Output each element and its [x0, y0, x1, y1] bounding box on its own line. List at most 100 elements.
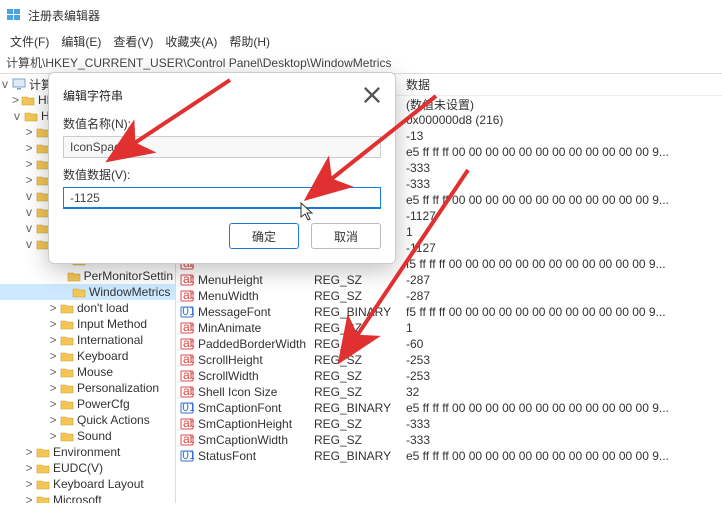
value-type: REG_SZ — [314, 289, 406, 303]
list-row[interactable]: abMenuHeightREG_SZ-287 — [176, 272, 722, 288]
expand-icon[interactable]: > — [24, 477, 34, 491]
expand-icon[interactable]: v — [24, 221, 34, 235]
expand-icon[interactable]: > — [12, 93, 19, 107]
tree-label: PowerCfg — [77, 397, 130, 411]
tree-item[interactable]: >International — [0, 332, 175, 348]
expand-icon[interactable]: > — [48, 349, 58, 363]
menu-view[interactable]: 查看(V) — [107, 31, 159, 52]
value-type: REG_SZ — [314, 273, 406, 287]
expand-icon[interactable]: v — [24, 189, 34, 203]
tree-item[interactable]: WindowMetrics — [0, 284, 175, 300]
expand-icon[interactable]: > — [48, 429, 58, 443]
value-name: MenuHeight — [198, 273, 263, 287]
value-name: MenuWidth — [198, 289, 259, 303]
svg-text:011: 011 — [182, 449, 194, 462]
tree-item[interactable]: >Keyboard — [0, 348, 175, 364]
tree-item[interactable]: >Quick Actions — [0, 412, 175, 428]
col-data[interactable]: 数据 — [406, 76, 722, 93]
address-bar[interactable]: 计算机\HKEY_CURRENT_USER\Control Panel\Desk… — [0, 52, 722, 74]
expand-icon[interactable]: > — [24, 445, 34, 459]
list-row[interactable]: abScrollHeightREG_SZ-253 — [176, 352, 722, 368]
tree-item[interactable]: >Sound — [0, 428, 175, 444]
expand-icon[interactable]: > — [48, 397, 58, 411]
value-data: -287 — [406, 289, 722, 303]
expand-icon[interactable]: v — [24, 237, 34, 251]
list-row[interactable]: abMinAnimateREG_SZ1 — [176, 320, 722, 336]
close-icon[interactable] — [363, 86, 381, 104]
tree-item[interactable]: >Microsoft — [0, 492, 175, 503]
tree-item[interactable]: >Environment — [0, 444, 175, 460]
value-type: REG_SZ — [314, 369, 406, 383]
tree-item[interactable]: PerMonitorSettin — [0, 268, 175, 284]
value-data: -333 — [406, 177, 722, 191]
expand-icon[interactable]: > — [48, 365, 58, 379]
expand-icon[interactable]: > — [24, 157, 34, 171]
expand-icon[interactable]: v — [12, 109, 22, 123]
dialog-title: 编辑字符串 — [63, 87, 123, 104]
svg-text:011: 011 — [182, 401, 194, 414]
menu-edit[interactable]: 编辑(E) — [55, 31, 107, 52]
value-data: -333 — [406, 417, 722, 431]
expand-icon[interactable]: v — [0, 77, 10, 91]
expand-icon[interactable]: > — [24, 173, 34, 187]
expand-icon[interactable]: > — [48, 381, 58, 395]
list-row[interactable]: abPaddedBorderWidthREG_SZ-60 — [176, 336, 722, 352]
expand-icon[interactable]: > — [48, 301, 58, 315]
value-icon: ab — [180, 369, 194, 383]
menu-help[interactable]: 帮助(H) — [223, 31, 276, 52]
value-name: StatusFont — [198, 449, 256, 463]
expand-icon[interactable]: > — [24, 141, 34, 155]
tree-label: don't load — [77, 301, 129, 315]
menu-file[interactable]: 文件(F) — [4, 31, 55, 52]
list-row[interactable]: abSmCaptionHeightREG_SZ-333 — [176, 416, 722, 432]
expand-icon[interactable]: > — [24, 493, 34, 503]
list-row[interactable]: abScrollWidthREG_SZ-253 — [176, 368, 722, 384]
expand-icon[interactable]: > — [24, 461, 34, 475]
tree-item[interactable]: > don't load — [0, 300, 175, 316]
folder-icon — [67, 270, 81, 282]
folder-icon — [72, 286, 86, 298]
expand-icon[interactable]: v — [24, 205, 34, 219]
tree-item[interactable]: > PowerCfg — [0, 396, 175, 412]
list-row[interactable]: abSmCaptionWidthREG_SZ-333 — [176, 432, 722, 448]
tree-item[interactable]: >EUDC(V) — [0, 460, 175, 476]
value-data: 1 — [406, 321, 722, 335]
list-row[interactable]: ab MenuWidth REG_SZ-287 — [176, 288, 722, 304]
value-type: REG_SZ — [314, 433, 406, 447]
svg-text:ab: ab — [183, 321, 194, 334]
svg-text:ab: ab — [183, 369, 194, 382]
value-data: e5 ff ff ff 00 00 00 00 00 00 00 00 00 0… — [406, 193, 722, 207]
expand-icon[interactable]: > — [48, 317, 58, 331]
value-icon: 011 — [180, 449, 194, 463]
tree-item[interactable]: >Mouse — [0, 364, 175, 380]
list-row[interactable]: abShell Icon SizeREG_SZ32 — [176, 384, 722, 400]
data-input[interactable] — [63, 187, 381, 209]
value-name: MinAnimate — [198, 321, 261, 335]
expand-icon[interactable]: > — [48, 413, 58, 427]
tree-label: Input Method — [77, 317, 147, 331]
name-input[interactable] — [63, 136, 381, 158]
cancel-button[interactable]: 取消 — [311, 223, 381, 249]
tree-item[interactable]: > Input Method — [0, 316, 175, 332]
value-icon: ab — [180, 417, 194, 431]
list-row[interactable]: 011MessageFontREG_BINARYf5 ff ff ff 00 0… — [176, 304, 722, 320]
value-data: -1127 — [406, 209, 722, 223]
list-row[interactable]: 011StatusFontREG_BINARYe5 ff ff ff 00 00… — [176, 448, 722, 464]
folder-icon — [60, 398, 74, 410]
value-data: f5 ff ff ff 00 00 00 00 00 00 00 00 00 0… — [406, 257, 722, 271]
folder-icon — [36, 494, 50, 503]
menu-favorites[interactable]: 收藏夹(A) — [159, 31, 223, 52]
value-icon: ab — [180, 289, 194, 303]
address-path: 计算机\HKEY_CURRENT_USER\Control Panel\Desk… — [6, 54, 391, 71]
svg-text:ab: ab — [183, 385, 194, 398]
ok-button[interactable]: 确定 — [229, 223, 299, 249]
expand-icon[interactable]: > — [48, 333, 58, 347]
list-row[interactable]: 011SmCaptionFontREG_BINARYe5 ff ff ff 00… — [176, 400, 722, 416]
tree-item[interactable]: >Personalization — [0, 380, 175, 396]
folder-icon — [12, 78, 26, 90]
svg-text:ab: ab — [183, 417, 194, 430]
folder-icon — [24, 110, 38, 122]
expand-icon[interactable]: > — [24, 125, 34, 139]
tree-item[interactable]: >Keyboard Layout — [0, 476, 175, 492]
name-label: 数值名称(N): — [63, 115, 381, 132]
